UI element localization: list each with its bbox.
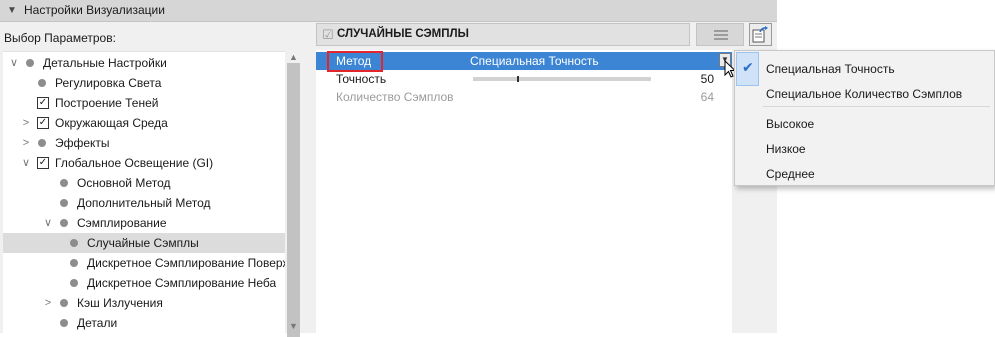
bullet-icon bbox=[60, 179, 68, 187]
tree-item-label: Дискретное Сэмплирование Поверхно bbox=[87, 256, 285, 270]
tree-item[interactable]: > Кэш Излучения bbox=[3, 293, 285, 313]
properties-table: Метод Специальная Точность Точность 50 К… bbox=[316, 50, 732, 333]
method-callout-box bbox=[327, 51, 383, 72]
bullet-icon bbox=[60, 299, 68, 307]
method-value[interactable]: Специальная Точность bbox=[470, 52, 599, 70]
tree-item[interactable]: Дискретное Сэмплирование Поверхно bbox=[3, 253, 285, 273]
tree-item[interactable]: ✓ Построение Теней bbox=[3, 93, 285, 113]
method-dropdown-menu: ✔ Специальная Точность Специальное Количе… bbox=[734, 50, 995, 186]
tree-item[interactable]: Основной Метод bbox=[3, 173, 285, 193]
scrollbar-thumb[interactable] bbox=[287, 63, 300, 337]
samples-value: 64 bbox=[700, 90, 714, 104]
tree-item-label: Построение Теней bbox=[55, 96, 159, 110]
export-icon bbox=[752, 26, 768, 43]
property-row-precision[interactable]: Точность 50 bbox=[316, 70, 732, 88]
chevron-right-icon[interactable]: > bbox=[21, 133, 31, 153]
chevron-right-icon[interactable]: > bbox=[43, 293, 53, 313]
tree-item-label: Эффекты bbox=[55, 136, 110, 150]
bullet-icon bbox=[26, 59, 34, 67]
bullet-icon bbox=[60, 199, 68, 207]
tree-item[interactable]: > Эффекты bbox=[3, 133, 285, 153]
tree-item-label: Дискретное Сэмплирование Неба bbox=[87, 276, 277, 290]
tree-item-label: Кэш Излучения bbox=[77, 296, 163, 310]
precision-value[interactable]: 50 bbox=[701, 70, 714, 88]
tree-item[interactable]: ∨ Сэмплирование bbox=[3, 213, 285, 233]
tree-item[interactable]: ∨ ✓ Глобальное Освещение (GI) bbox=[3, 153, 285, 173]
tree-item[interactable]: Дополнительный Метод bbox=[3, 193, 285, 213]
section-title: СЛУЧАЙНЫЕ СЭМПЛЫ bbox=[337, 28, 469, 40]
checkmark-icon: ✔ bbox=[742, 59, 754, 75]
chevron-right-icon[interactable]: > bbox=[21, 113, 31, 133]
list-icon-line bbox=[714, 38, 728, 40]
chevron-down-icon[interactable]: ∨ bbox=[21, 153, 31, 173]
tree-item-label: Основной Метод bbox=[77, 176, 171, 190]
precision-label: Точность bbox=[336, 72, 387, 86]
menu-separator bbox=[763, 106, 990, 107]
tree-item-label: Окружающая Среда bbox=[55, 116, 168, 130]
bullet-icon bbox=[60, 319, 68, 327]
list-icon bbox=[714, 30, 728, 32]
panel-header[interactable]: ▼ Настройки Визуализации bbox=[0, 0, 777, 22]
tree-item[interactable]: Детали bbox=[3, 313, 285, 333]
scroll-up-icon[interactable]: ▲ bbox=[289, 52, 298, 62]
checkbox[interactable]: ✓ bbox=[37, 117, 49, 129]
tree-item[interactable]: Регулировка Света bbox=[3, 73, 285, 93]
checkbox[interactable]: ✓ bbox=[37, 97, 49, 109]
tree-item-label: Сэмплирование bbox=[77, 216, 167, 230]
tree-item[interactable]: > ✓ Окружающая Среда bbox=[3, 113, 285, 133]
samples-label: Количество Сэмплов bbox=[336, 90, 454, 104]
precision-slider[interactable] bbox=[473, 76, 651, 82]
scroll-down-icon[interactable]: ▼ bbox=[289, 321, 298, 331]
tree-item[interactable]: Дискретное Сэмплирование Неба bbox=[3, 273, 285, 293]
parameters-tree: ∨ Детальные Настройки Регулировка Света ✓ По… bbox=[3, 51, 285, 334]
dropdown-item[interactable]: Высокое bbox=[766, 117, 814, 131]
tree-item-label: Детали bbox=[77, 316, 118, 330]
dropdown-item[interactable]: Специальная Точность bbox=[766, 62, 895, 76]
bullet-icon bbox=[70, 259, 78, 267]
chevron-down-icon[interactable]: ∨ bbox=[9, 53, 19, 73]
section-header: ☑ СЛУЧАЙНЫЕ СЭМПЛЫ bbox=[316, 23, 690, 46]
tree-item[interactable]: Случайные Сэмплы bbox=[3, 233, 285, 253]
panel-title: Настройки Визуализации bbox=[24, 3, 165, 17]
bullet-icon bbox=[38, 79, 46, 87]
property-row-samples: Количество Сэмплов 64 bbox=[316, 88, 732, 106]
slider-handle[interactable] bbox=[517, 76, 519, 82]
section-check-icon: ☑ bbox=[322, 27, 334, 42]
dropdown-item[interactable]: Низкое bbox=[766, 142, 806, 156]
bullet-icon bbox=[38, 139, 46, 147]
dropdown-item[interactable]: Среднее bbox=[766, 167, 815, 181]
bullet-icon bbox=[70, 239, 78, 247]
export-settings-button[interactable] bbox=[749, 23, 772, 46]
bullet-icon bbox=[70, 279, 78, 287]
dropdown-item[interactable]: Специальное Количество Сэмплов bbox=[766, 87, 962, 101]
tree-item-label: Детальные Настройки bbox=[43, 56, 167, 70]
chevron-down-icon[interactable]: ∨ bbox=[43, 213, 53, 233]
tree-item-label: Регулировка Света bbox=[55, 76, 162, 90]
tree-item[interactable]: ∨ Детальные Настройки bbox=[3, 53, 285, 73]
bullet-icon bbox=[60, 219, 68, 227]
checkbox[interactable]: ✓ bbox=[37, 157, 49, 169]
list-view-button[interactable] bbox=[696, 23, 744, 46]
tree-item-label: Случайные Сэмплы bbox=[87, 236, 199, 250]
tree-item-label: Дополнительный Метод bbox=[77, 196, 211, 210]
parameters-label: Выбор Параметров: bbox=[4, 31, 116, 45]
tree-item-label: Глобальное Освещение (GI) bbox=[55, 156, 214, 170]
collapse-arrow-icon[interactable]: ▼ bbox=[7, 5, 17, 16]
list-icon-line bbox=[714, 34, 728, 36]
tree-scrollbar[interactable]: ▲ ▼ bbox=[285, 51, 302, 337]
